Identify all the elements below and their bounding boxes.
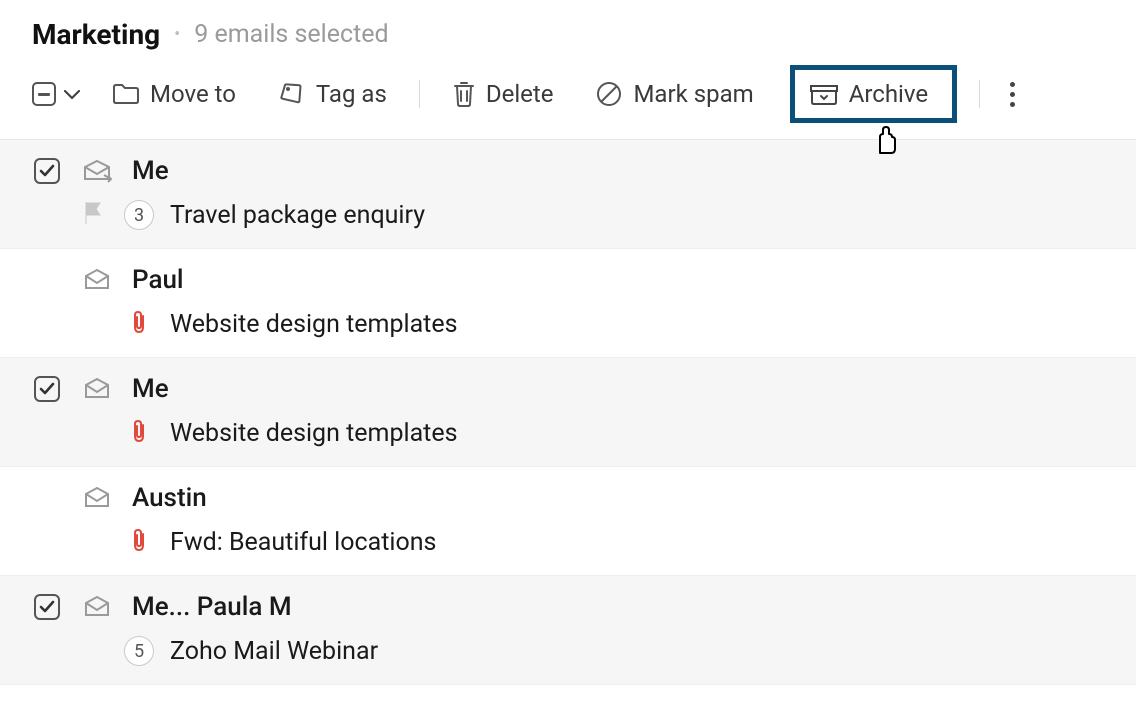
tag-icon bbox=[278, 81, 306, 107]
chevron-down-icon bbox=[64, 85, 80, 104]
envelope-icon bbox=[80, 159, 114, 183]
thread-count-badge: 5 bbox=[124, 636, 154, 666]
tag-as-label: Tag as bbox=[316, 80, 387, 108]
email-row[interactable]: Me... Paula M 5 Zoho Mail Webinar bbox=[0, 576, 1136, 685]
archive-icon bbox=[809, 82, 839, 106]
more-actions-button[interactable] bbox=[1002, 76, 1023, 113]
attachment-icon bbox=[131, 418, 147, 448]
sender-name: Me bbox=[132, 156, 169, 186]
envelope-icon bbox=[80, 595, 114, 619]
move-to-label: Move to bbox=[150, 80, 236, 108]
email-subject: Zoho Mail Webinar bbox=[170, 637, 378, 666]
folder-icon bbox=[112, 82, 140, 106]
toolbar: Move to Tag as Delete Mark spam Archive bbox=[0, 57, 1136, 140]
kebab-dot bbox=[1010, 82, 1015, 87]
trash-icon bbox=[452, 80, 476, 108]
thread-count-badge: 3 bbox=[124, 200, 154, 230]
archive-button[interactable]: Archive bbox=[790, 65, 957, 123]
mark-spam-label: Mark spam bbox=[633, 80, 753, 108]
archive-label: Archive bbox=[849, 80, 928, 108]
sender-name: Me bbox=[132, 374, 169, 404]
attachment-icon bbox=[131, 527, 147, 557]
envelope-icon bbox=[80, 486, 114, 510]
checkbox-indeterminate-icon bbox=[32, 82, 56, 106]
row-checkbox[interactable] bbox=[34, 594, 60, 620]
kebab-dot bbox=[1010, 102, 1015, 107]
sender-name: Me... Paula M bbox=[132, 592, 292, 622]
tag-as-button[interactable]: Tag as bbox=[268, 74, 397, 114]
attachment-icon bbox=[131, 309, 147, 339]
delete-button[interactable]: Delete bbox=[442, 74, 564, 114]
email-subject: Website design templates bbox=[170, 310, 458, 339]
move-to-button[interactable]: Move to bbox=[102, 74, 246, 114]
row-checkbox[interactable] bbox=[34, 158, 60, 184]
row-checkbox[interactable] bbox=[34, 376, 60, 402]
email-row[interactable]: Paul Website design templates bbox=[0, 249, 1136, 358]
kebab-dot bbox=[1010, 92, 1015, 97]
email-row[interactable]: MeWebsite design templates bbox=[0, 358, 1136, 467]
header: Marketing • 9 emails selected bbox=[0, 0, 1136, 57]
separator-dot: • bbox=[174, 24, 180, 45]
delete-label: Delete bbox=[486, 80, 554, 108]
toolbar-separator bbox=[419, 80, 420, 108]
envelope-icon bbox=[80, 377, 114, 401]
block-icon bbox=[595, 80, 623, 108]
selection-count: 9 emails selected bbox=[194, 20, 388, 49]
sender-name: Paul bbox=[132, 265, 184, 295]
email-subject: Website design templates bbox=[170, 419, 458, 448]
email-row[interactable]: Me 3 Travel package enquiry bbox=[0, 140, 1136, 249]
email-row[interactable]: Austin Fwd: Beautiful locations bbox=[0, 467, 1136, 576]
envelope-icon bbox=[80, 268, 114, 292]
email-subject: Fwd: Beautiful locations bbox=[170, 528, 436, 557]
email-list: Me 3 Travel package enquiry Paul Website des… bbox=[0, 140, 1136, 685]
flag-icon[interactable] bbox=[82, 200, 104, 230]
select-all-toggle[interactable] bbox=[32, 82, 80, 106]
sender-name: Austin bbox=[132, 483, 207, 513]
mark-spam-button[interactable]: Mark spam bbox=[585, 74, 763, 114]
toolbar-separator bbox=[979, 80, 980, 108]
email-subject: Travel package enquiry bbox=[170, 201, 425, 230]
folder-name: Marketing bbox=[32, 18, 160, 51]
